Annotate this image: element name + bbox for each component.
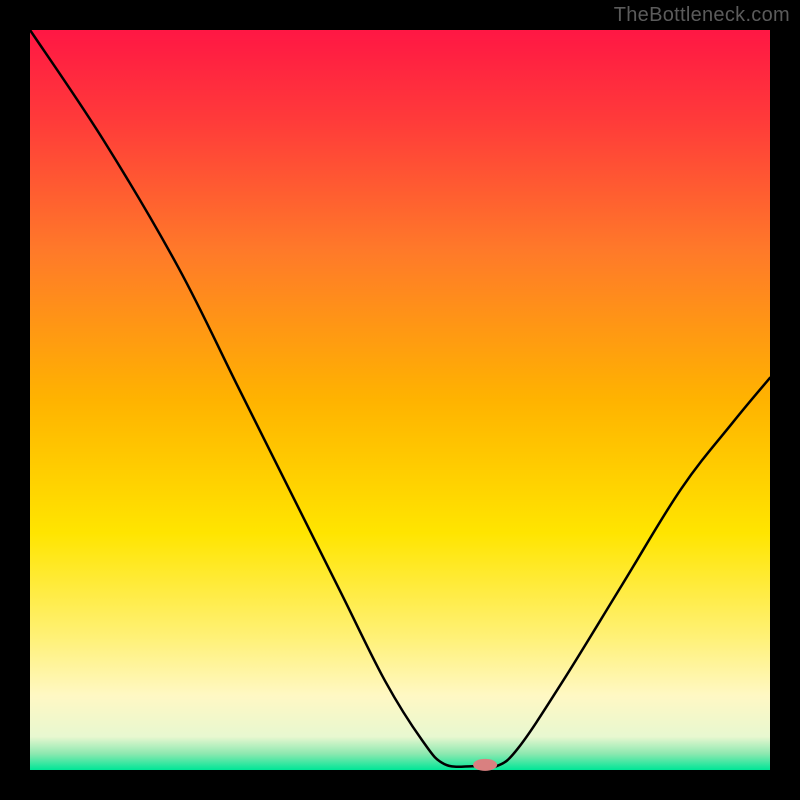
watermark-text: TheBottleneck.com	[614, 4, 790, 27]
plot-background	[30, 30, 770, 770]
optimal-marker	[473, 759, 497, 771]
bottleneck-chart: TheBottleneck.com	[0, 0, 800, 800]
chart-svg	[0, 0, 800, 800]
